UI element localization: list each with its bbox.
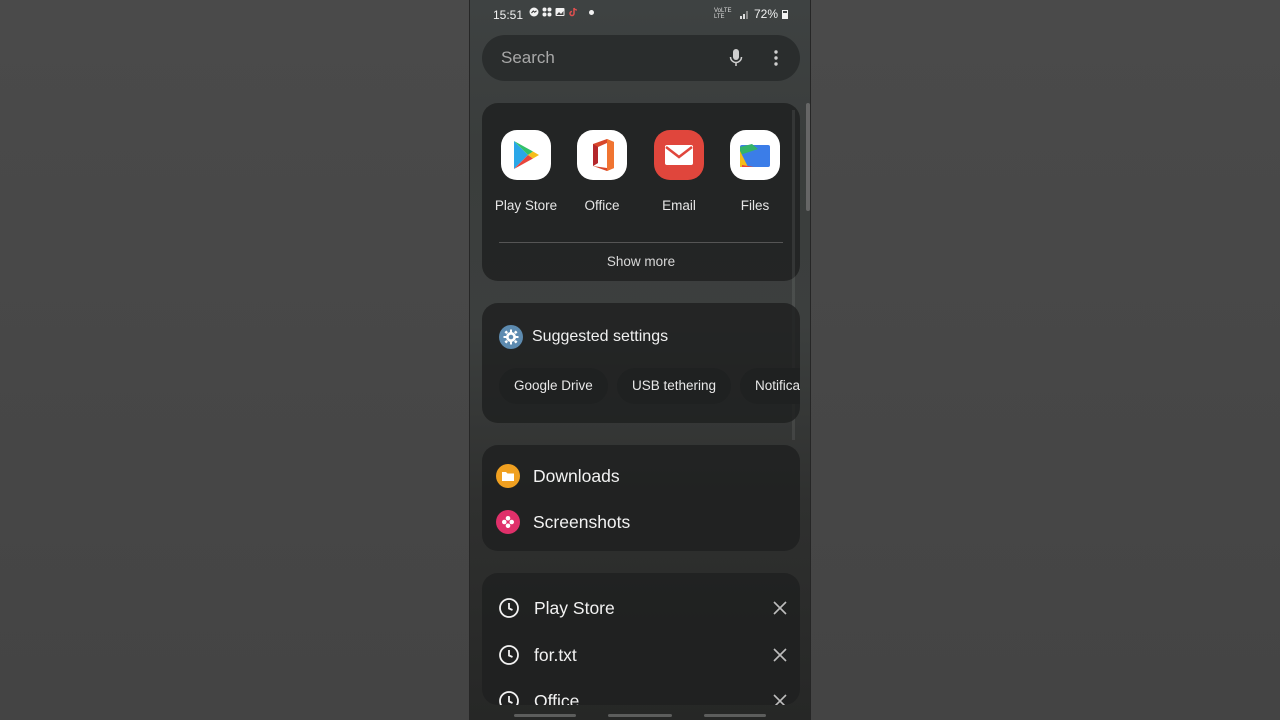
more-notifications-dot (589, 9, 594, 15)
app-label: Email (662, 198, 696, 213)
show-more-button[interactable]: Show more (482, 243, 800, 281)
suggested-settings-card: Suggested settings Google Drive USB teth… (482, 303, 800, 423)
chip-notifications[interactable]: Notifications (740, 368, 800, 404)
status-bar: 15:51 VoLTE LTE 72% (470, 0, 810, 28)
apps-results-card: Play Store Office Email Files Show more (482, 103, 800, 281)
phone-screen: 15:51 VoLTE LTE 72% Search Play Store Of… (469, 0, 811, 720)
app-play-store[interactable]: Play Store (488, 130, 564, 213)
app-office[interactable]: Office (564, 130, 640, 213)
nav-back-button[interactable] (704, 714, 766, 717)
nav-recents-button[interactable] (514, 714, 576, 717)
office-icon (577, 130, 627, 180)
chip-google-drive[interactable]: Google Drive (499, 368, 608, 404)
status-right: VoLTE LTE 72% (714, 7, 788, 21)
app-files[interactable]: Files (717, 130, 793, 213)
email-icon (654, 130, 704, 180)
battery-icon (782, 9, 788, 19)
play-store-icon (501, 130, 551, 180)
files-icon (730, 130, 780, 180)
search-bar[interactable] (482, 35, 800, 81)
signal-icon (739, 11, 748, 19)
status-time: 15:51 (493, 8, 524, 22)
recent-search-label: Office (534, 691, 580, 705)
recent-search-item[interactable]: Office (498, 688, 788, 705)
folders-card: Downloads Screenshots (482, 445, 800, 551)
notification-icons (529, 7, 594, 17)
downloads-folder-icon (496, 464, 520, 488)
battery-percent: 72% (753, 7, 778, 21)
suggested-settings-header: Suggested settings (499, 325, 668, 349)
app-email[interactable]: Email (641, 130, 717, 213)
suggested-settings-title: Suggested settings (532, 328, 669, 345)
recent-search-label: for.txt (534, 645, 577, 665)
messenger-icon (529, 7, 539, 17)
settings-gear-icon (499, 325, 523, 349)
history-clock-icon (499, 598, 519, 618)
folder-downloads[interactable]: Downloads (496, 464, 620, 488)
more-options-icon[interactable] (768, 49, 784, 67)
history-clock-icon (499, 645, 519, 665)
nav-home-button[interactable] (608, 714, 672, 717)
microphone-icon[interactable] (728, 48, 744, 68)
app-label: Office (584, 198, 620, 213)
left-letterbox (0, 0, 469, 720)
navigation-bar (470, 704, 810, 720)
network-type: VoLTE LTE (713, 8, 732, 20)
chip-usb-tethering[interactable]: USB tethering (617, 368, 732, 404)
recent-search-item[interactable]: Play Store (498, 595, 788, 623)
settings-chips: Google Drive USB tethering Notifications (499, 368, 800, 404)
history-clock-icon (499, 691, 519, 705)
app-label: Play Store (494, 198, 558, 213)
recent-search-label: Play Store (534, 598, 615, 618)
folder-screenshots[interactable]: Screenshots (496, 510, 630, 534)
tiktok-icon (569, 7, 578, 17)
app-label: Files (740, 198, 770, 213)
gallery-notification-icon (555, 8, 565, 16)
recent-searches-card: Play Store for.txt Office (482, 573, 800, 705)
screenshots-flower-icon (496, 510, 520, 534)
folder-label: Downloads (533, 465, 620, 486)
folder-label: Screenshots (533, 511, 631, 532)
remove-close-icon[interactable] (772, 647, 788, 663)
grid-app-icon (542, 7, 552, 17)
remove-close-icon[interactable] (772, 600, 788, 616)
search-input[interactable] (501, 35, 721, 81)
recent-search-item[interactable]: for.txt (498, 642, 788, 670)
right-letterbox (811, 0, 1280, 720)
scrollbar-thumb[interactable] (806, 103, 810, 211)
